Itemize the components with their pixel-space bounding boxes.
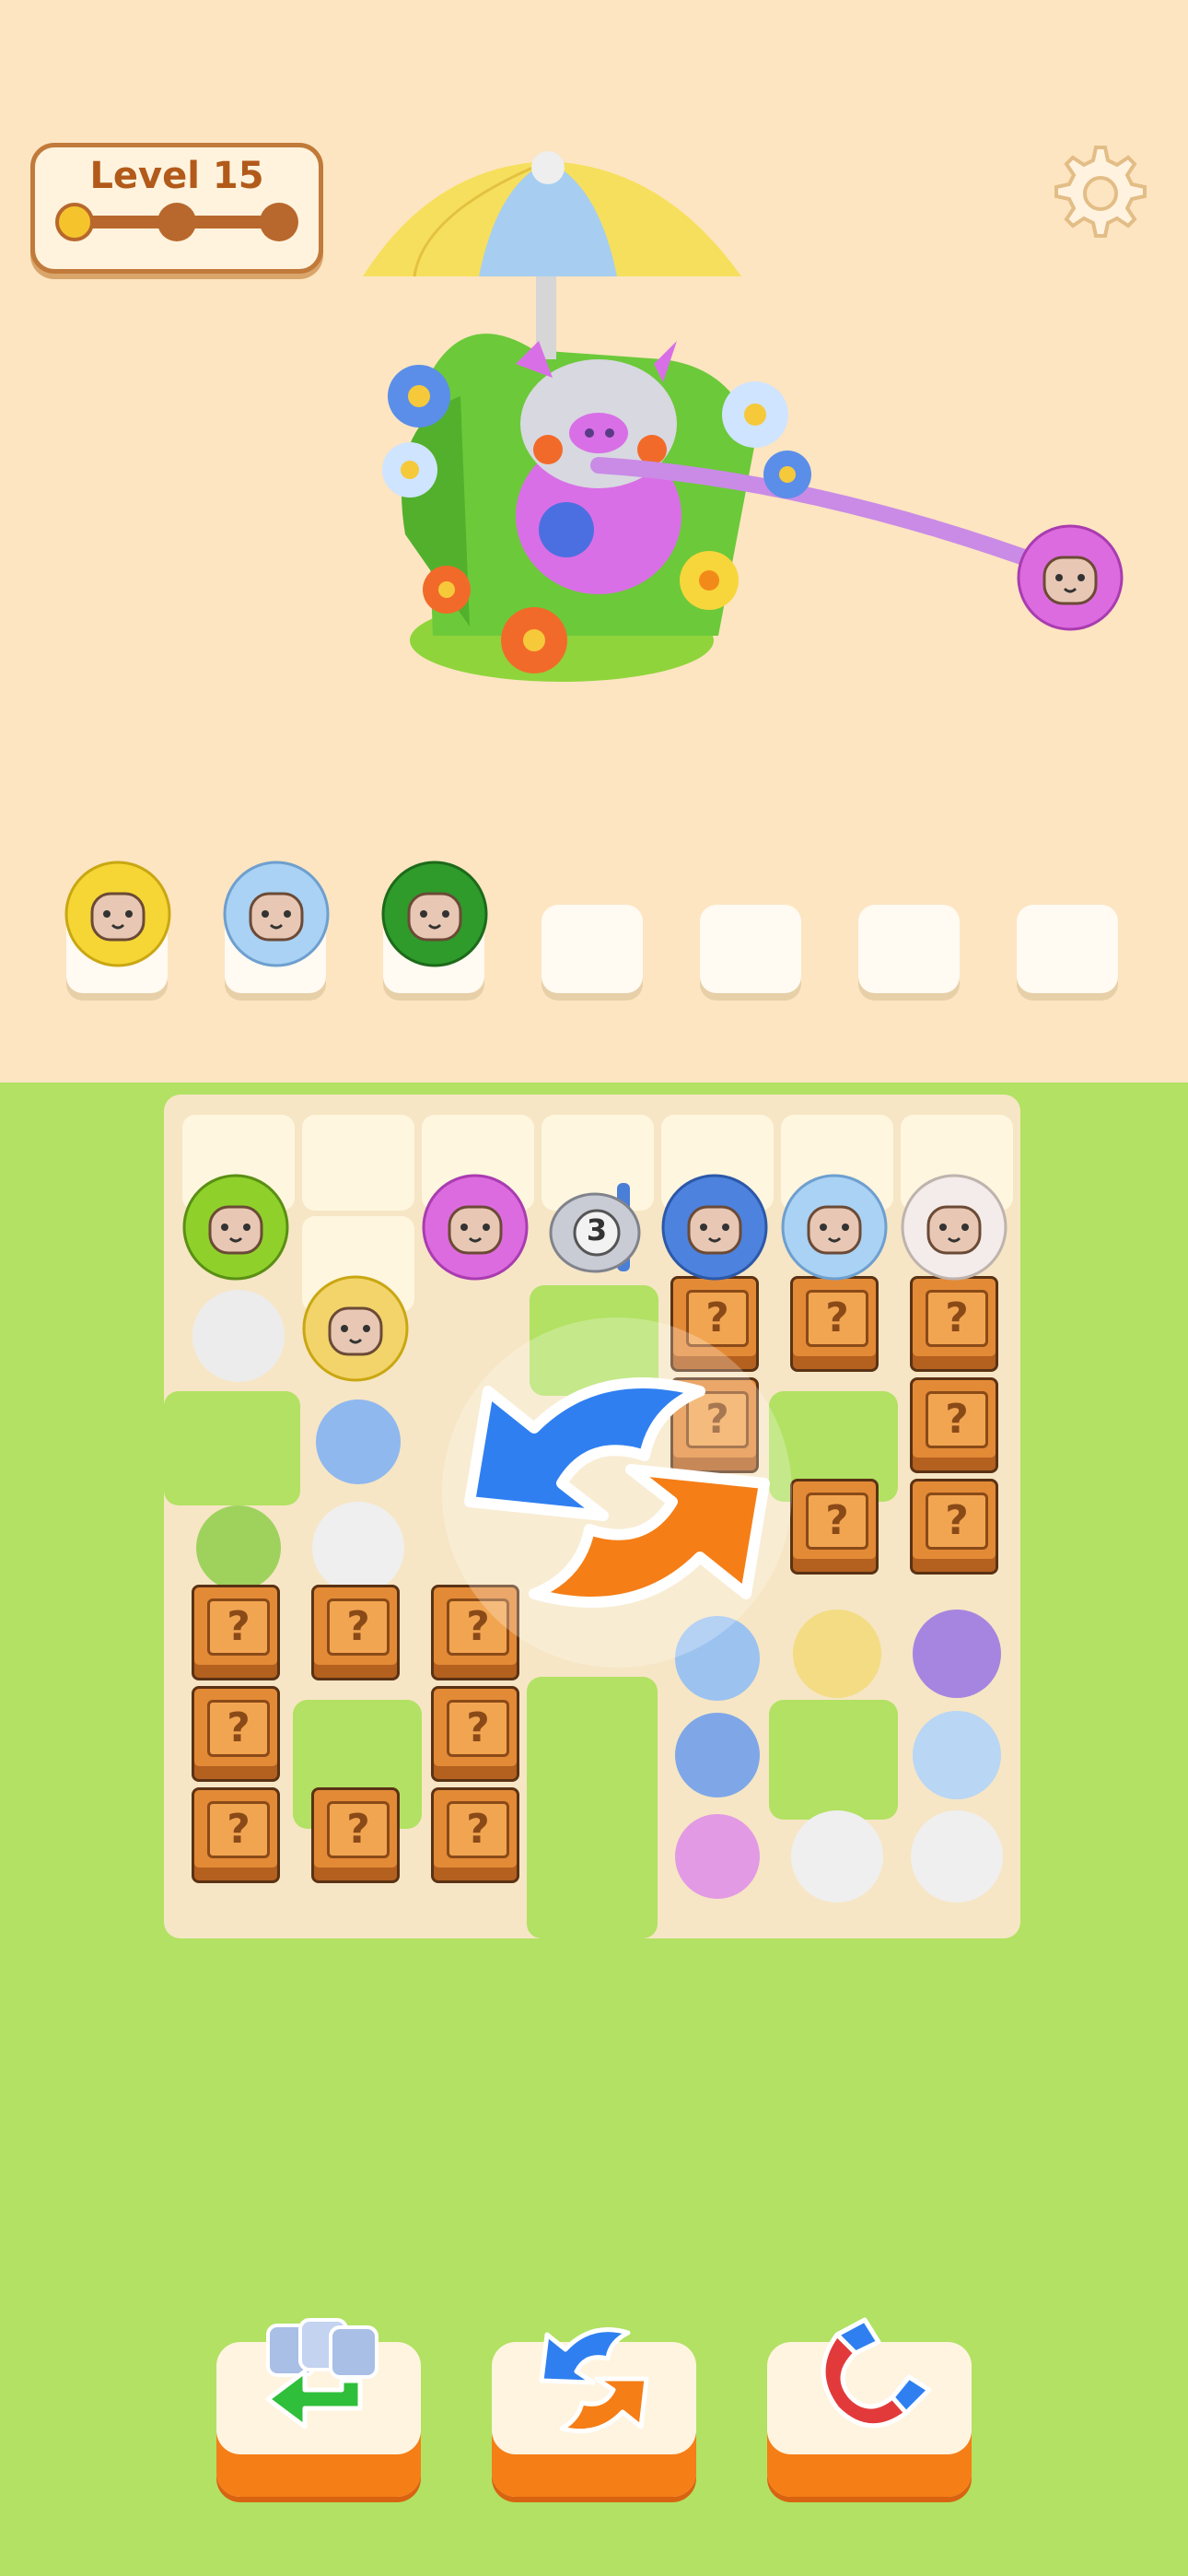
blue-sheep[interactable] bbox=[656, 1170, 774, 1288]
mystery-crate[interactable]: ? bbox=[910, 1479, 998, 1575]
undo-button[interactable] bbox=[216, 2318, 421, 2497]
level-progress-bar bbox=[55, 203, 298, 241]
undo-icon bbox=[265, 2318, 379, 2430]
magnet-button[interactable] bbox=[767, 2317, 972, 2497]
magnet-icon bbox=[821, 2317, 932, 2429]
sheep-queue bbox=[0, 857, 1188, 1023]
queue-slot-empty bbox=[858, 905, 960, 993]
mystery-crate[interactable]: ? bbox=[431, 1686, 519, 1782]
shuffle-button[interactable] bbox=[492, 2327, 696, 2497]
queue-slot-empty bbox=[1017, 905, 1118, 993]
queue-slot-empty bbox=[700, 905, 801, 993]
mystery-crate[interactable]: ? bbox=[192, 1585, 280, 1680]
pink-sheep bbox=[1011, 521, 1129, 635]
yellow-sheep bbox=[59, 857, 177, 975]
mystery-crate[interactable]: ? bbox=[790, 1479, 879, 1575]
level-progress-dot-current bbox=[55, 203, 94, 241]
egg-counter-label: 3 bbox=[586, 1212, 608, 1247]
lime-sheep[interactable] bbox=[177, 1170, 295, 1288]
mystery-crate[interactable]: ? bbox=[431, 1787, 519, 1883]
mystery-crate[interactable]: ? bbox=[192, 1787, 280, 1883]
level-progress-dot bbox=[260, 203, 298, 241]
shuffle-effect-icon bbox=[433, 1308, 801, 1677]
grass-hole bbox=[769, 1700, 898, 1820]
mystery-crate[interactable]: ? bbox=[192, 1686, 280, 1782]
level-title: Level 15 bbox=[89, 155, 264, 197]
shuffle-icon bbox=[539, 2327, 649, 2434]
mystery-crate[interactable]: ? bbox=[311, 1787, 400, 1883]
mystery-crate[interactable]: ? bbox=[311, 1585, 400, 1680]
grass-hole bbox=[164, 1391, 300, 1505]
mystery-crate[interactable]: ? bbox=[790, 1276, 879, 1372]
level-badge: Level 15 bbox=[30, 143, 323, 274]
pink-sheep[interactable] bbox=[416, 1170, 534, 1288]
yellow-sheep[interactable] bbox=[297, 1271, 414, 1389]
light-blue-sheep bbox=[217, 857, 335, 975]
white-sheep[interactable] bbox=[895, 1170, 1013, 1288]
queue-slot-empty bbox=[542, 905, 643, 993]
light-blue-sheep[interactable] bbox=[775, 1170, 893, 1288]
mystery-crate[interactable]: ? bbox=[910, 1377, 998, 1473]
locked-egg-counter[interactable]: 3 bbox=[543, 1181, 646, 1277]
level-progress-dot bbox=[157, 203, 196, 241]
grass-hole bbox=[527, 1677, 658, 1938]
green-sheep bbox=[376, 857, 494, 975]
mystery-crate[interactable]: ? bbox=[910, 1276, 998, 1372]
board-cell bbox=[302, 1115, 414, 1211]
